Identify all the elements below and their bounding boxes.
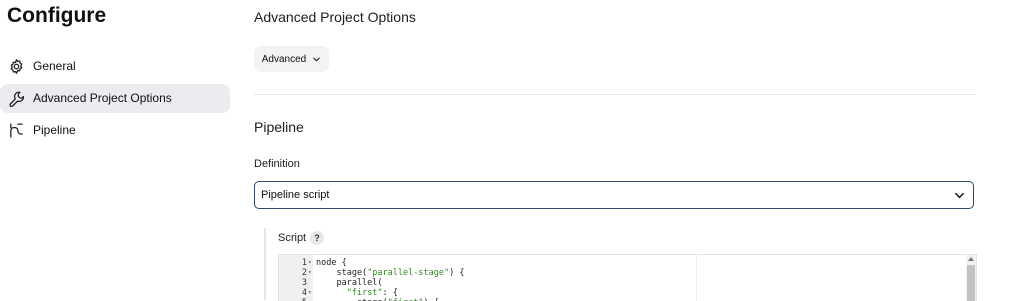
script-field-group: Script ? 1 ▾ node {2 ▾ stage("parallel-stag…	[264, 228, 978, 301]
pipeline-section-title: Pipeline	[254, 119, 304, 135]
code-line: 4 ▾ "first": {	[279, 288, 969, 298]
sidebar-item-advanced-project-options[interactable]: Advanced Project Options	[0, 84, 230, 113]
advanced-button-label: Advanced	[261, 53, 307, 65]
page-title: Configure	[7, 4, 107, 27]
script-editor[interactable]: 1 ▾ node {2 ▾ stage("parallel-stage") {3 pa…	[278, 254, 977, 301]
code-text: parallel(	[316, 278, 383, 288]
fold-toggle-icon[interactable]: ▾	[308, 268, 312, 278]
code-text: node {	[316, 258, 347, 268]
definition-select[interactable]: Pipeline script	[254, 181, 974, 209]
advanced-button[interactable]: Advanced	[254, 46, 329, 72]
definition-select-value: Pipeline script	[261, 189, 330, 201]
main-content: Advanced Project Options Advanced Pipeli…	[254, 0, 978, 301]
definition-label: Definition	[254, 158, 300, 170]
sidebar-item-pipeline[interactable]: Pipeline	[0, 116, 230, 145]
sidebar-item-general[interactable]: General	[0, 52, 230, 81]
sidebar: Configure General Advanced Project Optio…	[0, 0, 238, 300]
code-text: stage("parallel-stage") {	[316, 268, 465, 278]
sidebar-item-label: Pipeline	[33, 123, 76, 137]
wrench-icon	[9, 91, 25, 107]
sidebar-nav: General Advanced Project Options Pipelin…	[0, 52, 230, 148]
advanced-section-title: Advanced Project Options	[254, 9, 416, 25]
sidebar-item-label: Advanced Project Options	[33, 91, 172, 105]
line-number: 4	[301, 288, 307, 298]
sidebar-item-label: General	[33, 59, 76, 73]
script-label: Script	[278, 232, 307, 244]
chevron-down-icon	[955, 192, 964, 199]
line-number: 3	[301, 278, 307, 288]
scrollbar-thumb[interactable]	[967, 265, 975, 301]
line-number: 2	[301, 268, 307, 278]
chevron-down-icon	[313, 57, 321, 61]
section-divider	[254, 94, 976, 95]
line-number: 1	[301, 258, 307, 268]
code-line: 1 ▾ node {	[279, 258, 969, 268]
pipeline-icon	[10, 123, 23, 138]
code-text: "first": {	[346, 288, 398, 298]
editor-scrollbar[interactable]	[966, 255, 976, 301]
code-line: 3 parallel(	[279, 278, 969, 288]
gear-icon	[10, 59, 23, 74]
code-line: 2 ▾ stage("parallel-stage") {	[279, 268, 969, 278]
help-button[interactable]: ?	[310, 231, 324, 245]
fold-toggle-icon[interactable]: ▾	[308, 258, 312, 268]
scroll-up-arrow-icon[interactable]	[968, 257, 974, 261]
fold-toggle-icon[interactable]: ▾	[308, 288, 312, 298]
